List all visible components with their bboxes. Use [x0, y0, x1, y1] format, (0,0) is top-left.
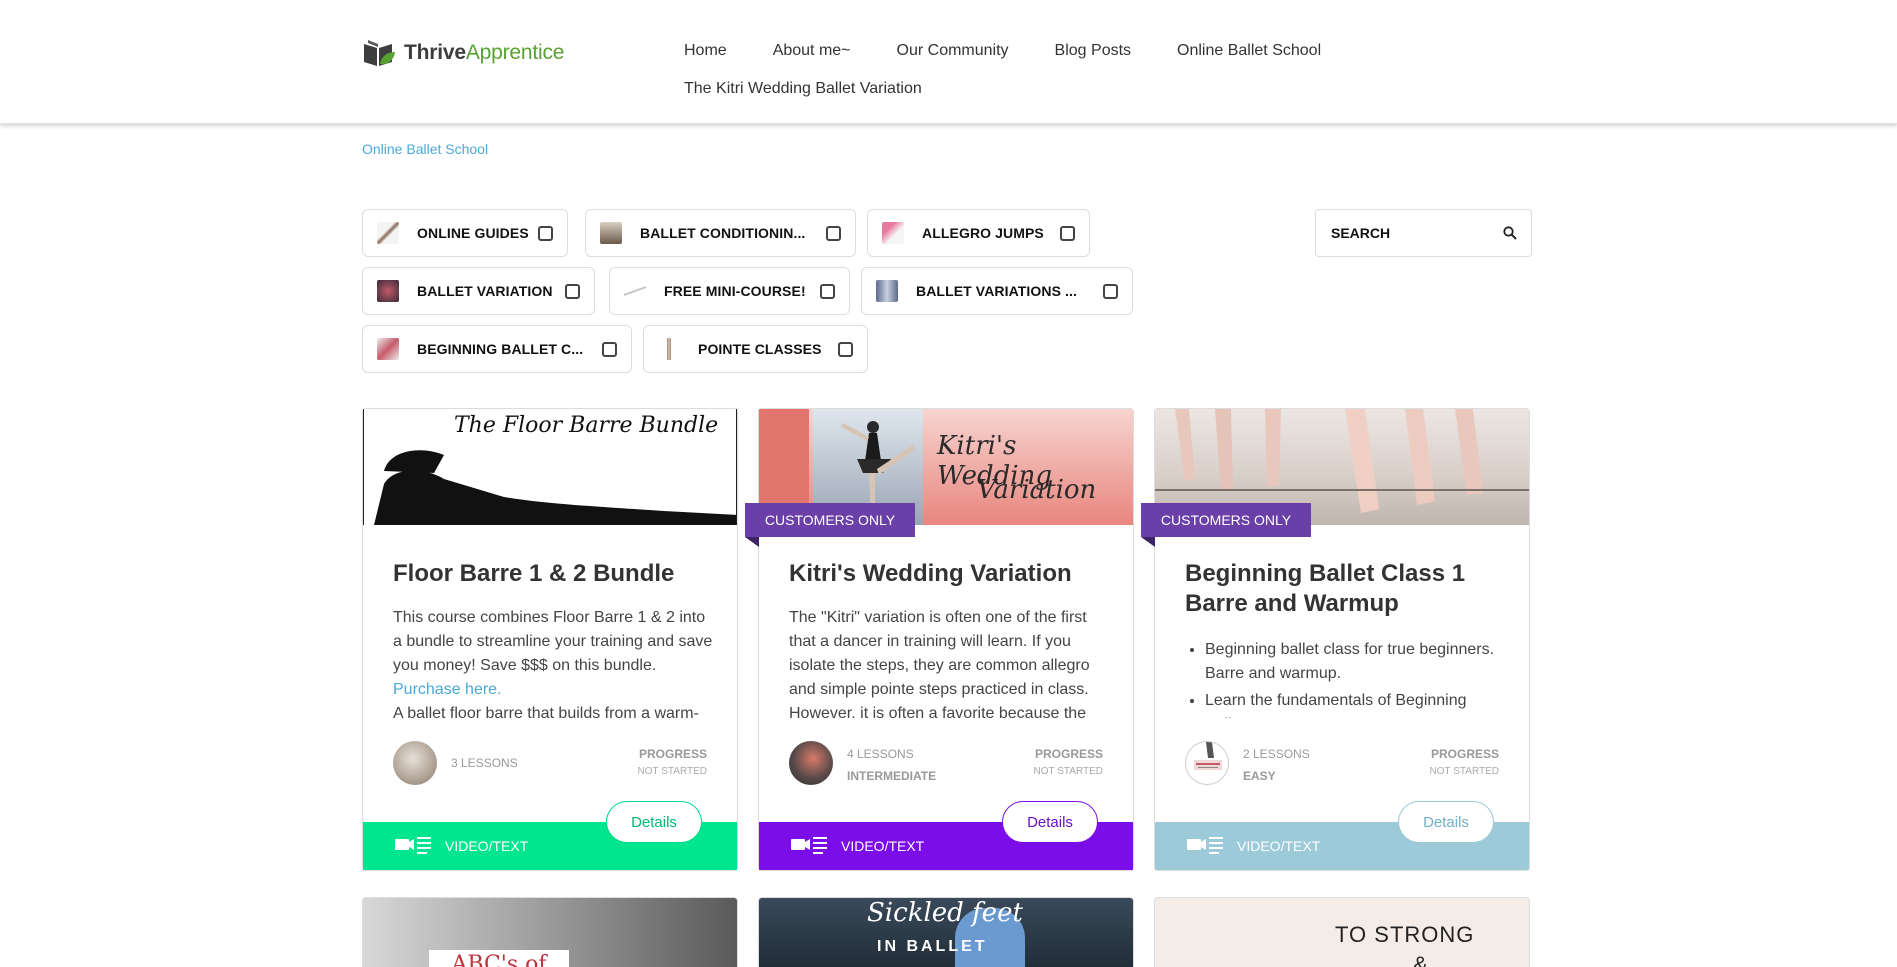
lesson-count: 4 LESSONS — [847, 747, 914, 761]
course-description: Beginning ballet class for true beginner… — [1185, 638, 1507, 718]
filter-thumbnail — [377, 280, 399, 302]
filter-thumbnail — [882, 222, 904, 244]
nav-about-me[interactable]: About me~ — [773, 42, 851, 60]
video-text-icon — [395, 834, 431, 859]
filter-label: BEGINNING BALLET C... — [417, 341, 584, 357]
filter-thumbnail — [377, 222, 399, 244]
progress-status: NOT STARTED — [1033, 766, 1103, 777]
progress-status: NOT STARTED — [1429, 766, 1499, 777]
details-button[interactable]: Details — [1398, 801, 1494, 843]
course-description: This course combines Floor Barre 1 & 2 i… — [393, 609, 713, 718]
course-card-kitri[interactable]: Kitri's Wedding Variation CUSTOMERS ONLY… — [745, 408, 1134, 871]
course-card-floor-barre[interactable]: The Floor Barre Bundle Floor Barre 1 & 2… — [362, 408, 738, 871]
course-card-beginning-ballet[interactable]: CUSTOMERS ONLY Beginning Ballet Class 1 … — [1141, 408, 1530, 871]
filter-ballet-variation[interactable]: BALLET VARIATION — [362, 267, 595, 315]
lesson-count: 2 LESSONS — [1243, 747, 1310, 761]
filter-checkbox[interactable] — [838, 341, 853, 357]
details-button[interactable]: Details — [606, 801, 702, 843]
course-image-title-1: TO STRONG — [1335, 922, 1475, 947]
filter-thumbnail — [624, 280, 646, 302]
filter-checkbox[interactable] — [1103, 283, 1118, 299]
course-card-peek-abcs[interactable]: ABC's of — [362, 897, 738, 967]
instructor-avatar — [1185, 741, 1229, 785]
course-title[interactable]: Kitri's Wedding Variation — [789, 559, 1109, 589]
filter-allegro-jumps[interactable]: ALLEGRO JUMPS — [867, 209, 1090, 257]
details-button[interactable]: Details — [1002, 801, 1098, 843]
filter-checkbox[interactable] — [1060, 225, 1075, 241]
search-input[interactable] — [1331, 225, 1491, 241]
course-image-title-2: IN BALLET — [877, 938, 988, 955]
course-description: The "Kitri" variation is often one of th… — [789, 609, 1090, 718]
description-bullet: Learn the fundamentals of Beginning Ball… — [1205, 689, 1507, 718]
progress-label: PROGRESS — [638, 747, 707, 761]
filter-thumbnail — [600, 222, 622, 244]
format-label: VIDEO/TEXT — [445, 838, 529, 854]
difficulty-level: INTERMEDIATE — [847, 769, 937, 783]
course-image-title-2: & — [1413, 952, 1428, 967]
logo-text-light: Apprentice — [465, 41, 565, 64]
filter-label: ONLINE GUIDES — [417, 225, 529, 241]
description-bullet: Beginning ballet class for true beginner… — [1205, 638, 1507, 686]
filter-checkbox[interactable] — [820, 283, 835, 299]
filter-checkbox[interactable] — [602, 341, 617, 357]
customers-only-badge: CUSTOMERS ONLY — [745, 503, 915, 547]
logo[interactable]: ThriveApprentice — [362, 38, 564, 68]
progress-status: NOT STARTED — [637, 766, 707, 777]
filter-ballet-variations[interactable]: BALLET VARIATIONS ... — [861, 267, 1133, 315]
filter-label: BALLET CONDITIONIN... — [640, 225, 806, 241]
filter-checkbox[interactable] — [538, 225, 553, 241]
nav-online-ballet-school[interactable]: Online Ballet School — [1177, 42, 1321, 60]
main-nav: Home About me~ Our Community Blog Posts … — [684, 42, 1364, 118]
course-card-peek-strong[interactable]: TO STRONG & — [1154, 897, 1530, 967]
filter-pointe-classes[interactable]: POINTE CLASSES — [643, 325, 868, 373]
customers-only-badge: CUSTOMERS ONLY — [1141, 503, 1311, 547]
course-title[interactable]: Beginning Ballet Class 1 Barre and Warmu… — [1185, 559, 1505, 619]
search-icon[interactable] — [1503, 226, 1517, 240]
lesson-count: 3 LESSONS — [451, 756, 518, 770]
filter-ballet-conditioning[interactable]: BALLET CONDITIONIN... — [585, 209, 856, 257]
course-card-peek-sickled-feet[interactable]: Sickled feet IN BALLET — [758, 897, 1134, 967]
filter-label: BALLET VARIATION — [417, 283, 553, 299]
filter-label: BALLET VARIATIONS ... — [916, 283, 1078, 299]
filter-checkbox[interactable] — [565, 283, 580, 299]
instructor-avatar — [393, 741, 437, 785]
purchase-link[interactable]: Purchase here. — [393, 681, 502, 698]
filter-label: ALLEGRO JUMPS — [922, 225, 1044, 241]
site-header: ThriveApprentice Home About me~ Our Comm… — [0, 0, 1897, 124]
logo-text-bold: Thrive — [404, 41, 466, 64]
progress-label: PROGRESS — [1034, 747, 1103, 761]
filter-label: POINTE CLASSES — [698, 341, 822, 357]
progress-label: PROGRESS — [1430, 747, 1499, 761]
filter-online-guides[interactable]: ONLINE GUIDES — [362, 209, 568, 257]
filter-label: FREE MINI-COURSE! — [664, 283, 806, 299]
filter-thumbnail — [876, 280, 898, 302]
video-text-icon — [1187, 834, 1223, 859]
instructor-avatar — [789, 741, 833, 785]
nav-our-community[interactable]: Our Community — [897, 42, 1009, 60]
course-image-title: ABC's of — [429, 950, 569, 967]
search-box — [1315, 209, 1532, 257]
nav-home[interactable]: Home — [684, 42, 727, 60]
difficulty-level: EASY — [1243, 769, 1276, 783]
filter-thumbnail — [658, 338, 680, 360]
course-image-title-1: Sickled feet — [867, 898, 1023, 928]
nav-blog-posts[interactable]: Blog Posts — [1055, 42, 1131, 60]
filter-free-mini-course[interactable]: FREE MINI-COURSE! — [609, 267, 850, 315]
nav-kitri-wedding-variation[interactable]: The Kitri Wedding Ballet Variation — [684, 80, 922, 98]
filter-checkbox[interactable] — [826, 225, 841, 241]
filter-thumbnail — [377, 338, 399, 360]
format-label: VIDEO/TEXT — [841, 838, 925, 854]
course-image-title-2: Variation — [977, 475, 1097, 505]
format-label: VIDEO/TEXT — [1237, 838, 1321, 854]
course-title[interactable]: Floor Barre 1 & 2 Bundle — [393, 559, 713, 589]
book-leaf-icon — [362, 38, 396, 68]
course-image: The Floor Barre Bundle — [363, 409, 737, 525]
breadcrumb[interactable]: Online Ballet School — [362, 141, 488, 157]
video-text-icon — [791, 834, 827, 859]
filter-beginning-ballet[interactable]: BEGINNING BALLET C... — [362, 325, 632, 373]
